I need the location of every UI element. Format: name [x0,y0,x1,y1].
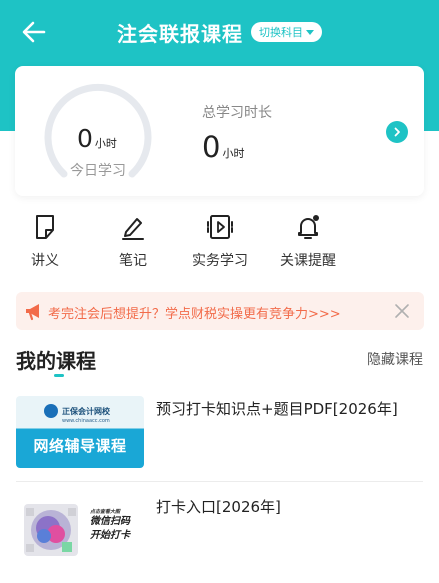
total-study-value: 0 小时 [202,130,244,164]
thumbnail-hint: 点击查看大图 [90,509,121,515]
megaphone-icon [26,304,39,321]
today-study-value: 0 小时 [77,124,117,153]
promo-banner-text: 考完注会后想提升？学点财税实操更有竞争力>>> [48,307,341,322]
hide-courses-button[interactable]: 隐藏课程 [367,349,423,369]
action-handout[interactable]: 讲义 [5,213,85,270]
chevron-down-icon [306,29,314,35]
switch-subject-label: 切换科目 [259,26,303,39]
total-hours-number: 0 [202,130,221,164]
list-divider [16,481,423,482]
thumbnail-line-2: 开始打卡 [90,530,130,541]
today-study-label: 今日学习 [70,163,126,179]
study-stats-card: 0 小时 今日学习 总学习时长 0 小时 [15,66,424,196]
app-screen: 注会联报课程 切换科目 0 小时 今日学习 总学习时长 0 小时 讲义 笔记 实… [0,0,439,583]
thumbnail-logo-text: 正保会计网校 [62,406,110,416]
thumbnail-line-1: 微信扫码 [90,516,130,527]
title-bar: 注会联报课程 切换科目 [0,16,439,48]
thumbnail-url: www.chinaacc.com [62,418,110,424]
thumbnail-side-text: 点击查看大图 微信扫码 开始打卡 [90,508,130,543]
action-reminder-label: 关课提醒 [280,253,336,269]
total-study-label: 总学习时长 [202,105,272,121]
switch-subject-button[interactable]: 切换科目 [251,22,322,42]
action-practice[interactable]: 实务学习 [180,213,260,270]
course-title: 预习打卡知识点+题目PDF[2026年] [156,400,398,418]
stats-detail-button[interactable] [386,121,408,143]
chevron-right-icon [394,127,400,137]
school-logo-icon [44,404,58,418]
quick-actions: 讲义 笔记 实务学习 关课提醒 [0,213,439,273]
total-hours-unit: 小时 [222,147,245,160]
action-notes-label: 笔记 [119,253,147,269]
thumbnail-logo: 正保会计网校 [44,404,110,418]
thumbnail-caption: 网络辅导课程 [33,437,127,455]
qr-code-icon [24,504,78,556]
action-handout-label: 讲义 [31,253,59,269]
action-notes[interactable]: 笔记 [93,213,173,270]
today-hours-unit: 小时 [94,137,117,150]
page-title: 注会联报课程 [117,21,243,46]
my-courses-title: 我的课程 [16,349,96,373]
handout-icon [36,215,54,239]
video-play-icon [207,215,233,239]
bell-icon [298,215,319,239]
course-thumbnail: 正保会计网校 www.chinaacc.com 网络辅导课程 [16,396,144,468]
section-title-indicator [54,374,64,377]
pencil-icon [122,218,144,240]
today-hours-number: 0 [77,124,93,153]
close-icon[interactable] [393,302,411,320]
course-title: 打卡入口[2026年] [156,498,281,516]
action-practice-label: 实务学习 [192,253,248,269]
action-course-reminder[interactable]: 关课提醒 [268,213,348,270]
course-thumbnail: 点击查看大图 微信扫码 开始打卡 [16,494,144,566]
promo-banner[interactable]: 考完注会后想提升？学点财税实操更有竞争力>>> [16,292,424,330]
